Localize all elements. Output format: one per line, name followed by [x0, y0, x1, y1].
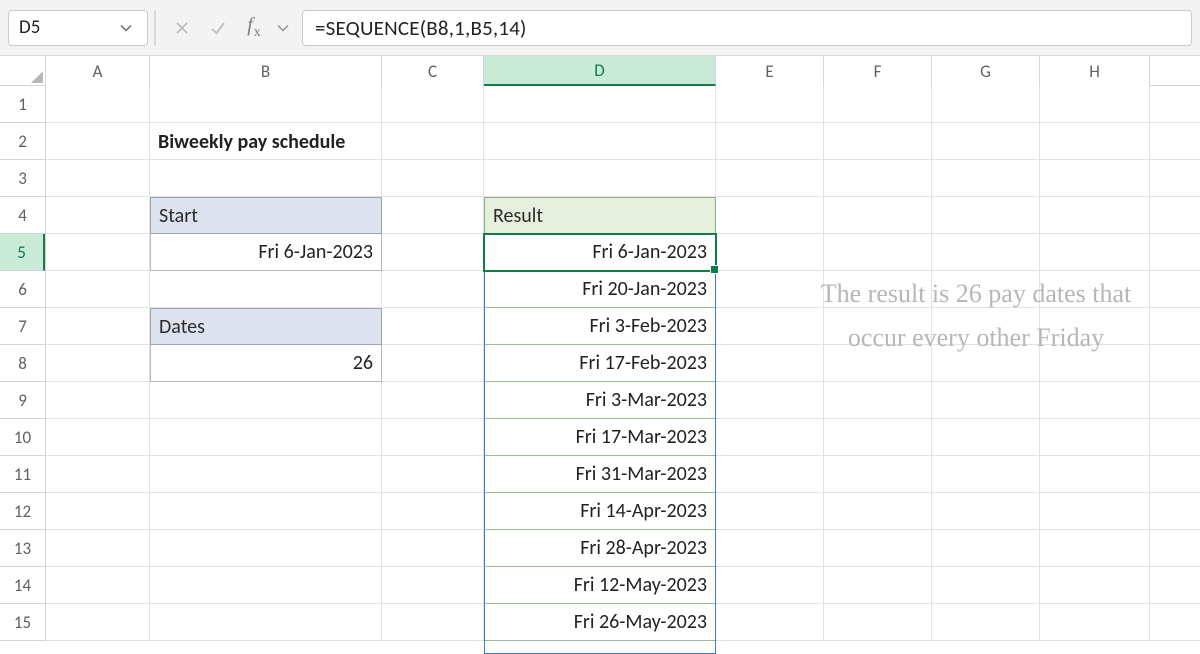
result-row[interactable]: Fri 17-Mar-2023: [484, 419, 716, 456]
grid-body: 123456789101112131415 Biweekly pay sched…: [0, 86, 1200, 641]
row-header-12[interactable]: 12: [0, 493, 45, 530]
result-row[interactable]: Fri 28-Apr-2023: [484, 530, 716, 567]
result-row[interactable]: Fri 3-Feb-2023: [484, 308, 716, 345]
cells-area[interactable]: Biweekly pay schedule Start Fri 6-Jan-20…: [46, 86, 1200, 641]
row-header-1[interactable]: 1: [0, 86, 45, 123]
result-row[interactable]: Fri 14-Apr-2023: [484, 493, 716, 530]
column-headers: A B C D E F G H: [0, 56, 1200, 86]
row-header-6[interactable]: 6: [0, 271, 45, 308]
col-header-A[interactable]: A: [46, 56, 150, 86]
enter-icon[interactable]: [202, 12, 234, 44]
name-box[interactable]: D5: [8, 10, 148, 46]
select-all-corner[interactable]: [0, 56, 46, 85]
col-header-B[interactable]: B: [150, 56, 382, 86]
row-headers: 123456789101112131415: [0, 86, 46, 641]
start-value[interactable]: Fri 6-Jan-2023: [150, 234, 382, 271]
result-row[interactable]: Fri 31-Mar-2023: [484, 456, 716, 493]
row-header-4[interactable]: 4: [0, 197, 45, 234]
formula-bar: D5 fx =SEQUENCE(B8,1,B5,14): [0, 0, 1200, 56]
row-header-10[interactable]: 10: [0, 419, 45, 456]
result-header: Result: [484, 197, 716, 234]
chevron-down-icon[interactable]: [115, 17, 137, 39]
name-box-value: D5: [19, 16, 40, 39]
col-header-H[interactable]: H: [1040, 56, 1150, 86]
col-header-C[interactable]: C: [382, 56, 484, 86]
insert-function-icon[interactable]: fx: [238, 12, 270, 44]
formula-text: =SEQUENCE(B8,1,B5,14): [315, 15, 527, 41]
row-header-9[interactable]: 9: [0, 382, 45, 419]
result-row[interactable]: Fri 26-May-2023: [484, 604, 716, 641]
col-header-E[interactable]: E: [716, 56, 824, 86]
title: Biweekly pay schedule: [150, 123, 500, 160]
col-header-F[interactable]: F: [824, 56, 932, 86]
start-header: Start: [150, 197, 382, 234]
chevron-down-icon[interactable]: [274, 12, 292, 44]
row-header-11[interactable]: 11: [0, 456, 45, 493]
result-row[interactable]: Fri 6-Jan-2023: [484, 234, 716, 271]
row-header-5[interactable]: 5: [0, 234, 45, 271]
formula-bar-controls: fx: [162, 12, 296, 44]
result-row[interactable]: Fri 20-Jan-2023: [484, 271, 716, 308]
row-header-15[interactable]: 15: [0, 604, 45, 641]
formula-input[interactable]: =SEQUENCE(B8,1,B5,14): [302, 10, 1192, 46]
spreadsheet-grid: A B C D E F G H 123456789101112131415 Bi…: [0, 56, 1200, 641]
row-header-14[interactable]: 14: [0, 567, 45, 604]
col-header-G[interactable]: G: [932, 56, 1040, 86]
result-row[interactable]: Fri 17-Feb-2023: [484, 345, 716, 382]
separator: [154, 10, 156, 46]
col-header-D[interactable]: D: [484, 56, 716, 86]
row-header-8[interactable]: 8: [0, 345, 45, 382]
row-header-13[interactable]: 13: [0, 530, 45, 567]
result-row[interactable]: Fri 12-May-2023: [484, 567, 716, 604]
result-row[interactable]: Fri 3-Mar-2023: [484, 382, 716, 419]
dates-value[interactable]: 26: [150, 345, 382, 382]
annotation-text: The result is 26 pay dates that occur ev…: [796, 272, 1156, 360]
row-header-2[interactable]: 2: [0, 123, 45, 160]
cancel-icon[interactable]: [166, 12, 198, 44]
row-header-3[interactable]: 3: [0, 160, 45, 197]
dates-header: Dates: [150, 308, 382, 345]
row-header-7[interactable]: 7: [0, 308, 45, 345]
